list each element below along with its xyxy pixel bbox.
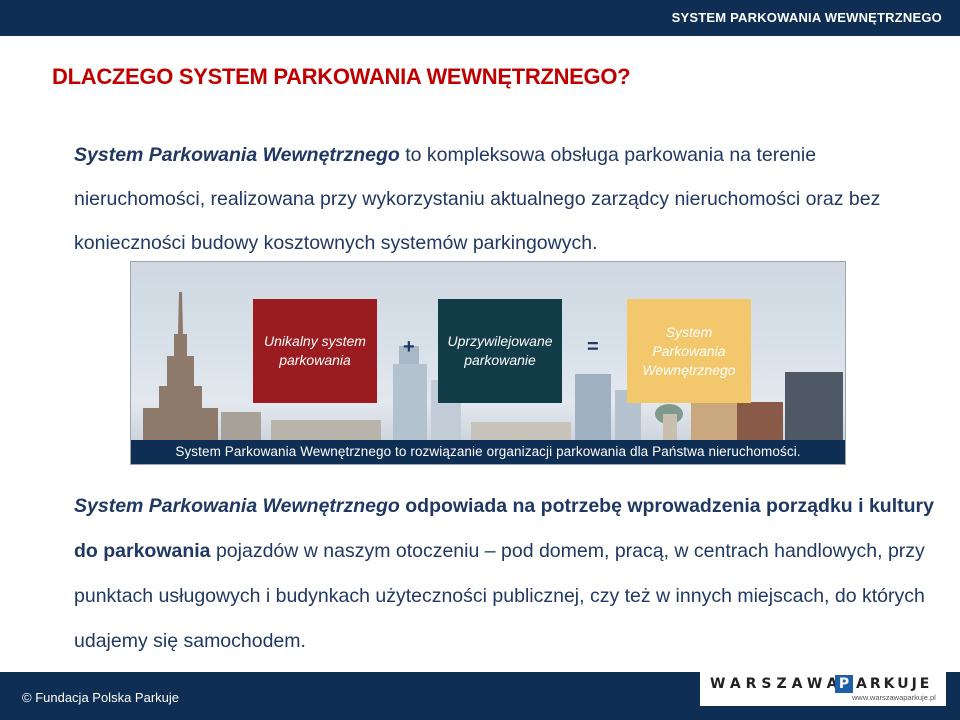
box-label: Wewnętrznego xyxy=(642,361,736,378)
tower-shape xyxy=(575,374,611,440)
building-shape xyxy=(737,402,783,440)
privileged-parking-box: Uprzywilejowane parkowanie xyxy=(438,299,562,403)
internal-parking-system-box: System Parkowania Wewnętrznego xyxy=(627,299,751,403)
footer-copyright: © Fundacja Polska Parkuje xyxy=(22,690,179,705)
building-shape xyxy=(471,422,571,440)
plus-sign: + xyxy=(403,336,415,358)
equals-sign: = xyxy=(587,336,599,358)
box-label: Unikalny system xyxy=(264,333,366,349)
body-paragraph: System Parkowania Wewnętrznego odpowiada… xyxy=(74,484,934,664)
building-shape xyxy=(271,420,381,440)
logo-url: www.warszawaparkuje.pl xyxy=(852,693,936,702)
box-label: Parkowania xyxy=(652,342,726,359)
building-shape xyxy=(663,414,677,440)
box-label: Uprzywilejowane xyxy=(447,333,553,349)
tower-shape xyxy=(785,372,843,440)
building-shape xyxy=(691,400,737,440)
intro-emphasis: System Parkowania Wewnętrznego xyxy=(74,144,400,166)
logo-word-arkuje: ARKUJE xyxy=(856,676,933,692)
box-label: parkowania xyxy=(279,352,351,368)
building-shape xyxy=(221,412,261,440)
banner-caption: System Parkowania Wewnętrznego to rozwią… xyxy=(131,440,845,464)
body-emphasis: System Parkowania Wewnętrznego xyxy=(74,495,400,517)
header-bar: SYSTEM PARKOWANIA WEWNĘTRZNEGO xyxy=(0,0,960,36)
intro-paragraph: System Parkowania Wewnętrznego to komple… xyxy=(74,133,934,265)
tower-shape xyxy=(393,364,427,440)
unique-system-box: Unikalny system parkowania xyxy=(253,299,377,403)
slide-heading: DLACZEGO SYSTEM PARKOWANIA WEWNĘTRZNEGO? xyxy=(52,64,631,89)
logo-word-warszawa: WARSZAWA xyxy=(710,676,843,692)
header-title: SYSTEM PARKOWANIA WEWNĘTRZNEGO xyxy=(671,10,942,25)
box-label: System xyxy=(665,323,713,340)
logo-p-icon: P xyxy=(835,675,853,693)
box-label: parkowanie xyxy=(464,352,536,368)
skyline-banner-image: Unikalny system parkowania + Uprzywilejo… xyxy=(130,261,846,465)
palace-of-culture-shape xyxy=(143,292,218,440)
